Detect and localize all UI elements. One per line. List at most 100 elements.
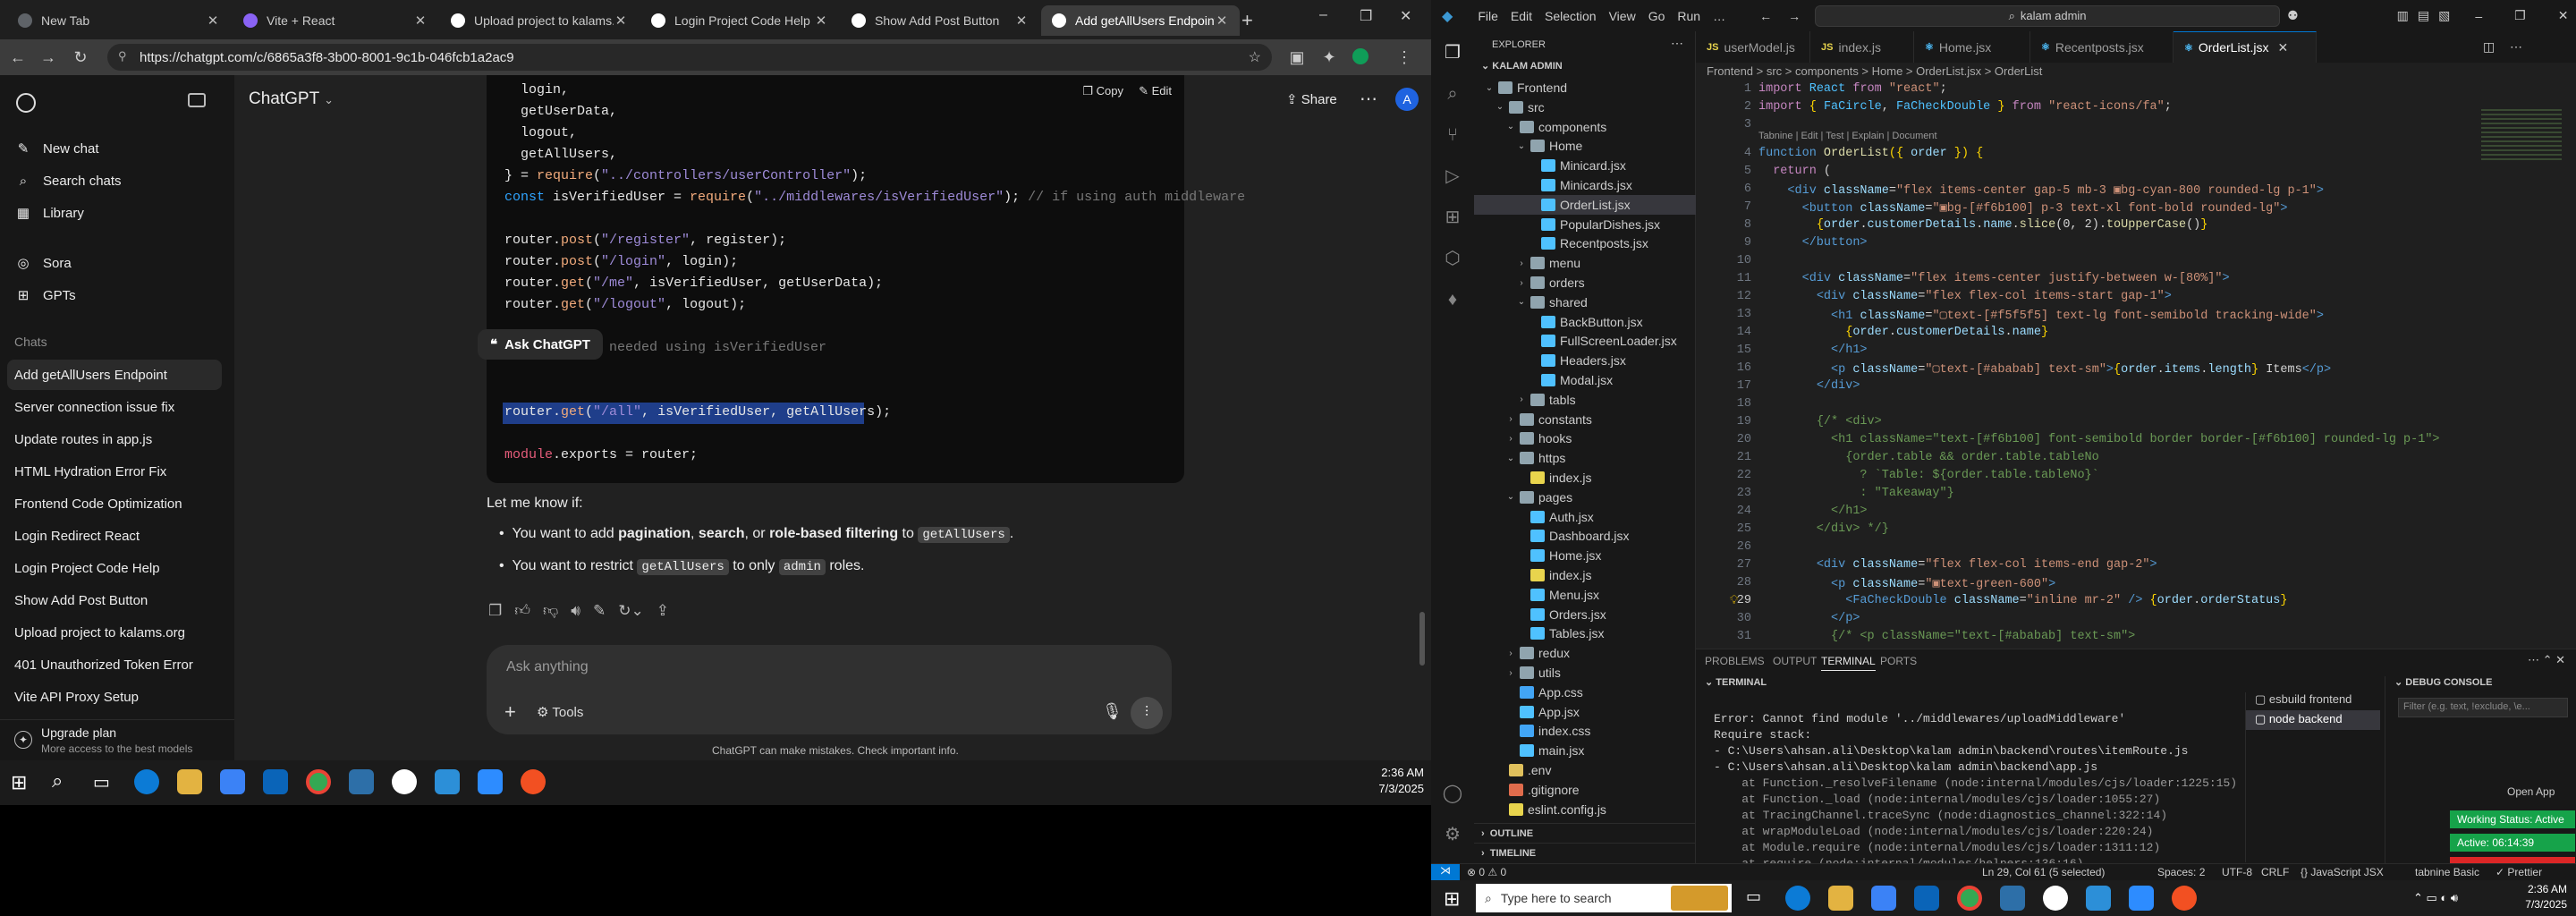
add-attachment-icon[interactable]: +: [504, 700, 516, 724]
thumbs-up-icon[interactable]: 👍︎: [514, 601, 530, 620]
minimize-button[interactable]: –: [2475, 9, 2482, 23]
edit-canvas-icon[interactable]: ✎: [593, 602, 606, 620]
tree-file[interactable]: index.css: [1474, 721, 1696, 741]
tree-file[interactable]: Headers.jsx: [1474, 351, 1696, 370]
tab-show-add-post[interactable]: Show Add Post Button ✕: [841, 5, 1039, 36]
chat-item[interactable]: HTML Hydration Error Fix: [7, 456, 222, 487]
chat-item[interactable]: Show Add Post Button: [7, 585, 222, 615]
tree-file[interactable]: BackButton.jsx: [1474, 312, 1696, 332]
sidebar-toggle-icon[interactable]: ▧: [2438, 8, 2450, 23]
tree-folder[interactable]: ⌄ Frontend: [1474, 78, 1696, 98]
file-explorer-icon[interactable]: [1828, 886, 1853, 911]
search-icon[interactable]: ⌕: [1442, 83, 1463, 105]
tree-file[interactable]: App.jsx: [1474, 702, 1696, 722]
outline-section[interactable]: › OUTLINE: [1474, 823, 1696, 843]
app-icon[interactable]: [2000, 886, 2025, 911]
library-button[interactable]: ▦ Library: [14, 200, 84, 225]
zoom-icon[interactable]: [2129, 886, 2154, 911]
terminal-item[interactable]: ▢ esbuild frontend: [2255, 692, 2351, 707]
command-search-input[interactable]: ⌕ kalam admin: [1815, 4, 2281, 27]
timeline-section[interactable]: › TIMELINE: [1474, 843, 1696, 862]
tab-upload-project[interactable]: Upload project to kalams.org✕: [440, 5, 639, 36]
indentation[interactable]: Spaces: 2: [2157, 866, 2205, 878]
tabnine-status[interactable]: tabnine Basic: [2415, 866, 2479, 878]
model-selector[interactable]: ChatGPT ⌄: [249, 89, 334, 109]
close-window-button[interactable]: ✕: [1400, 7, 1411, 25]
codelens[interactable]: Tabnine | Edit | Test | Explain | Docume…: [1758, 131, 1937, 141]
tree-folder[interactable]: ⌄ pages: [1474, 488, 1696, 507]
tree-folder[interactable]: › utils: [1474, 663, 1696, 683]
scrollbar[interactable]: [1419, 612, 1425, 666]
tree-file[interactable]: main.jsx: [1474, 741, 1696, 760]
menu-run[interactable]: Run: [1677, 9, 1700, 23]
chat-item[interactable]: Vite API Proxy Setup: [7, 682, 222, 712]
tree-file[interactable]: FullScreenLoader.jsx: [1474, 331, 1696, 351]
remote-icon[interactable]: ⬡: [1442, 248, 1463, 269]
tree-file[interactable]: .gitignore: [1474, 780, 1696, 800]
regenerate-icon[interactable]: ↻⌄: [618, 602, 644, 620]
tree-file[interactable]: Modal.jsx: [1474, 370, 1696, 390]
task-view-icon[interactable]: ▭: [1746, 887, 1761, 906]
tree-folder[interactable]: › orders: [1474, 273, 1696, 293]
chat-item[interactable]: Update routes in app.js: [7, 424, 222, 454]
terminal-item[interactable]: ▢ node backend: [2246, 710, 2380, 730]
app-icon[interactable]: [349, 769, 374, 794]
windows-start-icon[interactable]: ⊞: [1444, 887, 1460, 911]
breadcrumb[interactable]: Frontend > src > components > Home > Ord…: [1707, 64, 2042, 78]
postman-icon[interactable]: [521, 769, 546, 794]
puzzle-icon[interactable]: ✦: [1320, 48, 1338, 66]
new-tab-button[interactable]: +: [1241, 9, 1253, 32]
back-icon[interactable]: ←: [1759, 9, 1772, 23]
thumbs-down-icon[interactable]: 👎︎: [543, 601, 558, 620]
chrome-icon[interactable]: [1957, 886, 1982, 911]
avatar[interactable]: A: [1395, 88, 1419, 111]
tree-file[interactable]: index.js: [1474, 468, 1696, 488]
run-debug-icon[interactable]: ▷: [1442, 165, 1463, 187]
tree-file[interactable]: Orders.jsx: [1474, 605, 1696, 624]
edge-icon[interactable]: [1785, 886, 1810, 911]
encoding[interactable]: UTF-8: [2222, 866, 2252, 878]
tree-file[interactable]: OrderList.jsx: [1474, 194, 1696, 215]
tab-output[interactable]: OUTPUT: [1773, 655, 1817, 667]
chat-item[interactable]: Upload project to kalams.org: [7, 617, 222, 648]
more-actions-icon[interactable]: ⋯ ⌃ ✕: [2528, 653, 2565, 667]
project-header[interactable]: ⌄ KALAM ADMIN: [1481, 60, 1563, 72]
open-app-button[interactable]: Open App: [2507, 785, 2555, 798]
chat-item[interactable]: Login Project Code Help: [7, 553, 222, 583]
remote-indicator-icon[interactable]: ⋊: [1431, 864, 1460, 880]
tree-folder[interactable]: ⌄ Home: [1474, 136, 1696, 156]
windows-start-icon[interactable]: ⊞: [11, 771, 27, 794]
tree-file[interactable]: Minicards.jsx: [1474, 175, 1696, 195]
reload-icon[interactable]: ↻: [72, 48, 89, 66]
tree-file[interactable]: index.js: [1474, 565, 1696, 585]
language-mode[interactable]: {} JavaScript JSX: [2301, 866, 2384, 878]
tree-file[interactable]: App.css: [1474, 683, 1696, 702]
tree-folder[interactable]: › redux: [1474, 643, 1696, 663]
tab-ports[interactable]: PORTS: [1880, 655, 1917, 667]
tab-new-tab[interactable]: New Tab ✕: [7, 5, 231, 36]
task-view-icon[interactable]: ▭: [93, 771, 110, 793]
vscode-icon[interactable]: [2086, 886, 2111, 911]
cursor-position[interactable]: Ln 29, Col 61 (5 selected): [1982, 866, 2105, 878]
tree-file[interactable]: Recentposts.jsx: [1474, 233, 1696, 253]
tree-folder[interactable]: ⌄ https: [1474, 448, 1696, 468]
tree-folder[interactable]: › constants: [1474, 410, 1696, 429]
upgrade-plan-button[interactable]: ✦ Upgrade plan More access to the best m…: [0, 719, 234, 760]
menu-go[interactable]: Go: [1648, 9, 1665, 23]
tree-folder[interactable]: › menu: [1474, 253, 1696, 273]
store-icon[interactable]: [1871, 886, 1896, 911]
menu-kebab-icon[interactable]: ⋮: [1395, 48, 1413, 66]
gpts-button[interactable]: ⊞ GPTs: [14, 283, 76, 308]
more-actions-icon[interactable]: ⋯: [2510, 39, 2522, 55]
tab-home[interactable]: ⚛ Home.jsx: [1914, 31, 2030, 63]
chat-item[interactable]: Login Redirect React: [7, 521, 222, 551]
account-icon[interactable]: ◯: [1442, 783, 1463, 804]
lightbulb-icon[interactable]: 💡︎: [1730, 593, 1738, 607]
search-chats-button[interactable]: ⌕ Search chats: [14, 168, 122, 193]
close-icon[interactable]: ✕: [1215, 13, 1229, 29]
tray-icons[interactable]: ⌃ ▭ ◐ 🔊︎: [2413, 891, 2458, 905]
sidebar-toggle-icon[interactable]: [188, 93, 206, 107]
edge-icon[interactable]: [134, 769, 159, 794]
restore-button[interactable]: ❐: [1360, 7, 1372, 25]
prettier-status[interactable]: ✓ Prettier: [2496, 866, 2542, 878]
